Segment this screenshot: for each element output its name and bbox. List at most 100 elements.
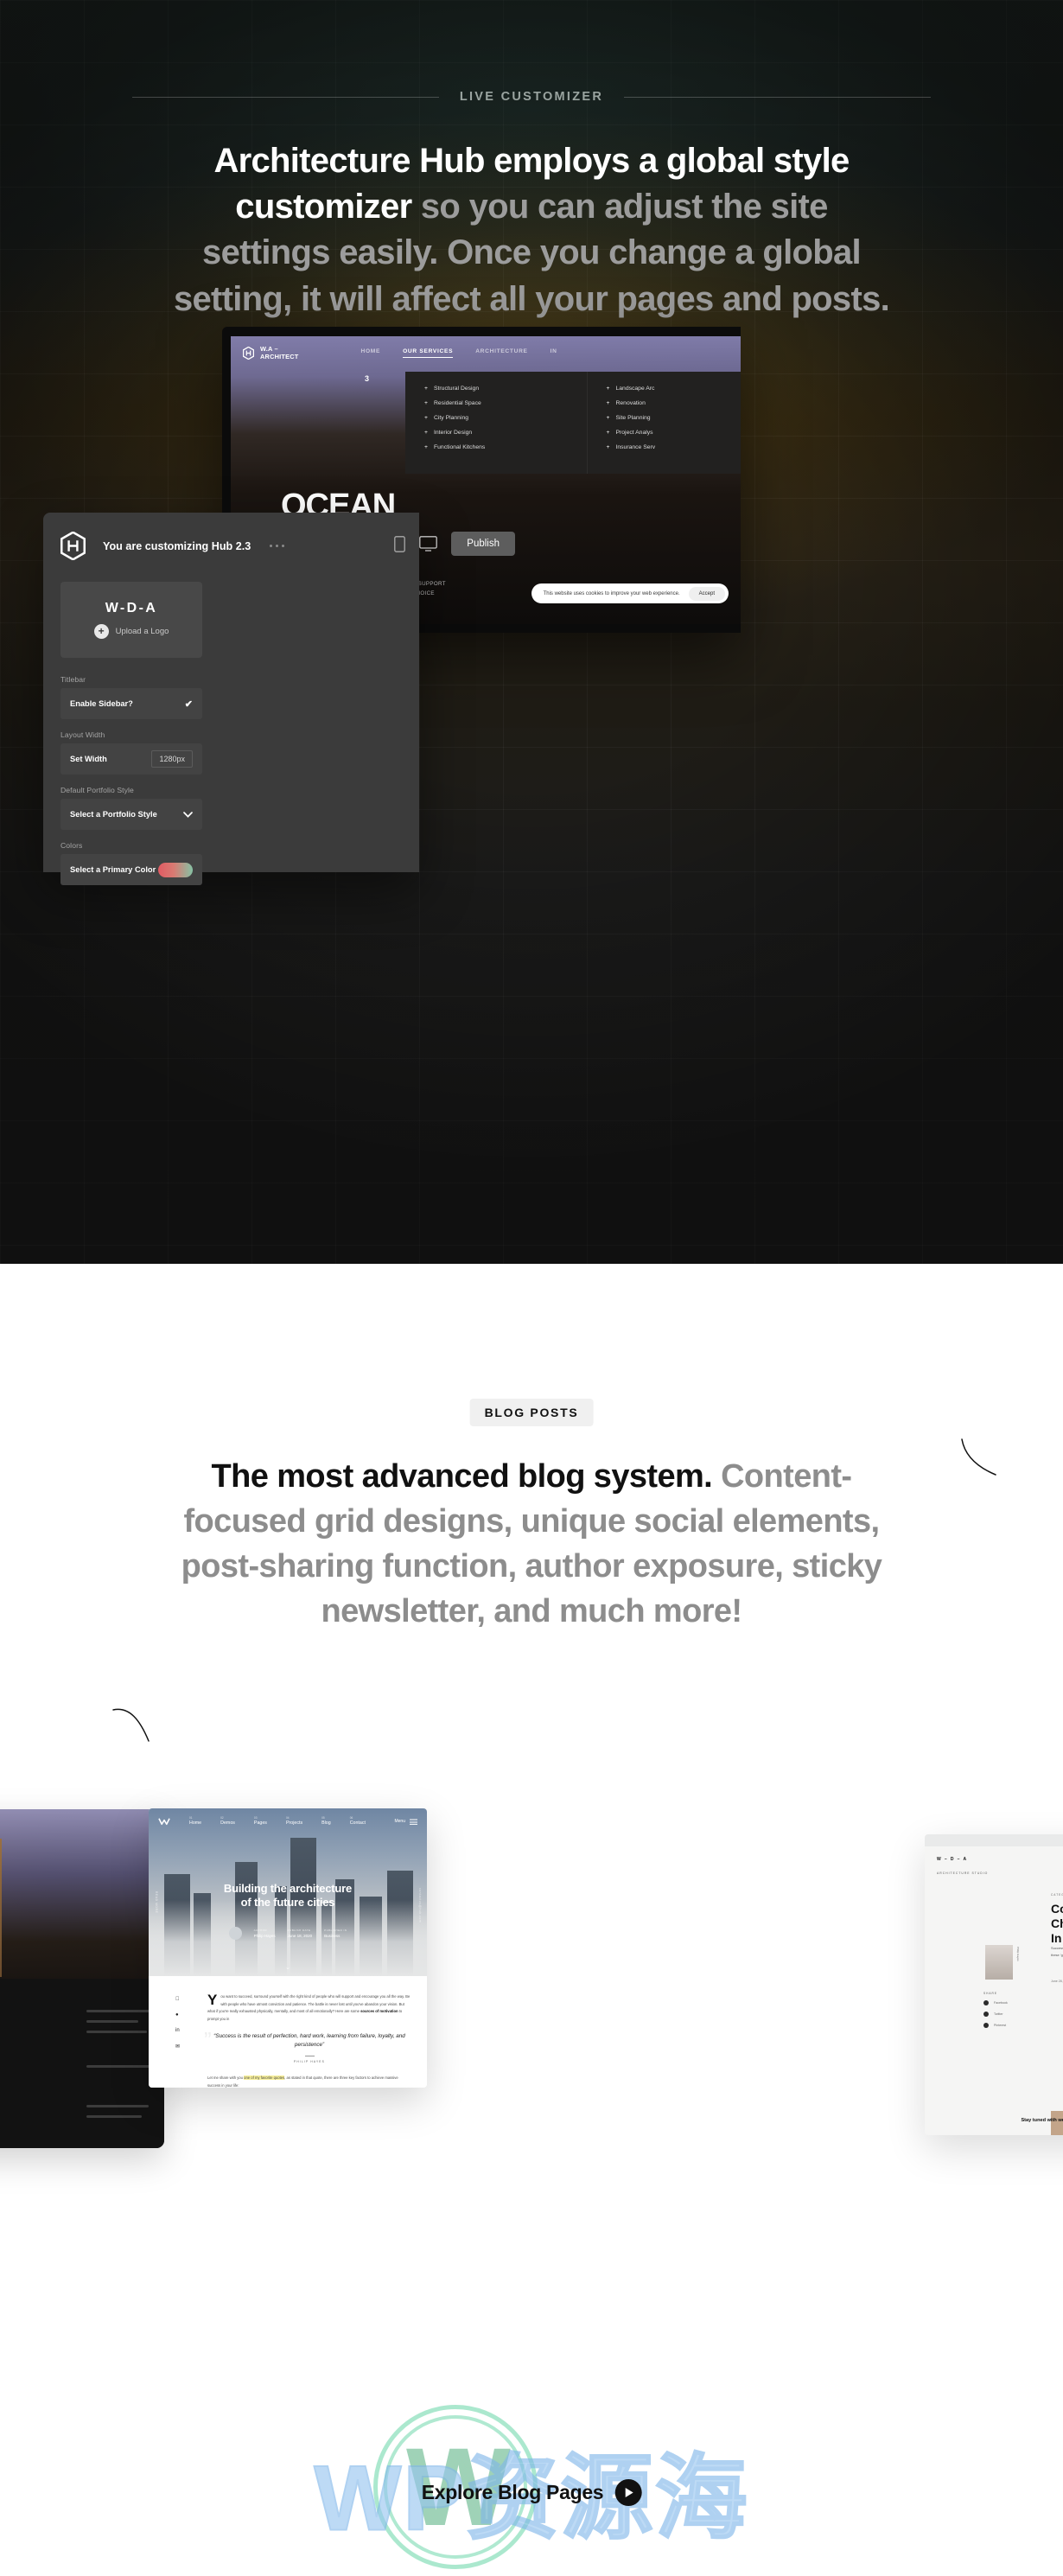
live-customizer-hero-section: LIVE CUSTOMIZER Architecture Hub employs… bbox=[0, 0, 1063, 1264]
right-title-line1: Coll bbox=[1051, 1902, 1063, 1916]
quote-mark-icon: ” bbox=[204, 2027, 212, 2054]
upload-logo-label: Upload a Logo bbox=[115, 627, 169, 636]
share-facebook[interactable]: Facebook bbox=[983, 2000, 1008, 2005]
right-title-line3: In m bbox=[1051, 1930, 1063, 1945]
hamburger-icon[interactable] bbox=[410, 1819, 417, 1825]
share-twitter[interactable]: Twitter bbox=[983, 2012, 1008, 2017]
service-label: Interior Design bbox=[433, 430, 473, 436]
meta-key: PUBLISH DATE bbox=[287, 1929, 311, 1932]
card-nav-demos[interactable]: 02 Demos bbox=[220, 1817, 235, 1826]
chevron-down-icon[interactable]: ⌄ bbox=[285, 1964, 290, 1971]
set-width-label: Set Width bbox=[70, 755, 107, 763]
plus-icon: + bbox=[606, 400, 610, 406]
meta-value: June 18, 2020 bbox=[287, 1934, 313, 1938]
twitter-icon[interactable]: ● bbox=[175, 2012, 180, 2018]
blog-card-hero-image: 01 Home 02 Demos 03 Pages 04 Projects 05 Blog… bbox=[149, 1808, 427, 1976]
right-desc-line2: these 'g bbox=[1051, 1952, 1063, 1957]
checkmark-icon[interactable]: ✔ bbox=[185, 698, 193, 710]
hub-hexagon-logo-icon bbox=[60, 532, 86, 560]
service-item[interactable]: + Residential Space bbox=[424, 400, 587, 406]
cookie-accept-button[interactable]: Accept bbox=[688, 586, 725, 601]
eyebrow-divider-right bbox=[624, 96, 932, 98]
mobile-preview-icon[interactable] bbox=[394, 535, 406, 552]
color-swatch[interactable] bbox=[158, 862, 193, 877]
share-pinterest[interactable]: Pinterest bbox=[983, 2023, 1008, 2028]
control-group-label: Titlebar bbox=[60, 675, 86, 684]
preview-nav-in[interactable]: IN bbox=[551, 348, 557, 358]
control-group-titlebar: Titlebar Enable Sidebar? ✔ bbox=[60, 675, 202, 719]
blog-card-meta: AUTHOR Philip Hayes PUBLISH DATE June 18, … bbox=[149, 1927, 427, 1940]
pinterest-icon bbox=[983, 2023, 989, 2028]
linkedin-icon[interactable]: in bbox=[175, 2028, 180, 2033]
mail-icon[interactable]: ✉ bbox=[175, 2044, 180, 2050]
share-label: Facebook bbox=[994, 2001, 1008, 2005]
publish-button[interactable]: Publish bbox=[451, 532, 515, 556]
service-item[interactable]: + Functional Kitchens bbox=[424, 444, 587, 450]
service-item[interactable]: + Renovation bbox=[607, 400, 742, 406]
w-logo-icon[interactable] bbox=[158, 1817, 170, 1826]
card-menu-toggle[interactable]: Menu bbox=[394, 1819, 417, 1825]
service-item[interactable]: + Structural Design bbox=[424, 386, 587, 392]
blog-card-center[interactable]: 01 Home 02 Demos 03 Pages 04 Projects 05 Blog… bbox=[149, 1808, 427, 2088]
card-nav-blog[interactable]: 05 Blog bbox=[321, 1817, 331, 1826]
control-group-colors: Colors Select a Primary Color bbox=[60, 841, 202, 885]
card-nav-pages[interactable]: 03 Pages bbox=[254, 1817, 267, 1826]
blog-card-navbar: 01 Home 02 Demos 03 Pages 04 Projects 05 Blog… bbox=[149, 1808, 427, 1834]
service-label: Project Analys bbox=[615, 430, 653, 436]
blog-card-right-title: Coll Cha In m bbox=[1051, 1902, 1063, 1945]
preview-brand-line2: ARCHITECT bbox=[260, 353, 299, 360]
service-label: Structural Design bbox=[433, 386, 480, 392]
preview-nav-architecture[interactable]: ARCHITECTURE bbox=[475, 348, 527, 358]
article-dropcap: Y bbox=[207, 1992, 218, 2008]
squiggle-decoration-left bbox=[112, 1708, 150, 1742]
blog-card-right[interactable]: W – D – A ARCHITECTURE STUDIO CATEGORY C… bbox=[925, 1834, 1063, 2135]
explore-blog-pages-cta[interactable]: Explore Blog Pages bbox=[422, 2479, 642, 2506]
desktop-preview-icon[interactable] bbox=[419, 536, 438, 552]
service-item[interactable]: + Project Analys bbox=[607, 430, 742, 436]
twitter-icon bbox=[983, 2012, 989, 2017]
plus-icon: + bbox=[93, 624, 109, 639]
chevron-down-icon[interactable] bbox=[183, 811, 193, 818]
preview-brand[interactable]: W.A – ARCHITECT bbox=[243, 345, 299, 361]
newsletter-text: Stay tuned with weekly newsletters. bbox=[1021, 2118, 1063, 2123]
primary-color-row[interactable]: Select a Primary Color bbox=[60, 854, 202, 885]
portfolio-style-label: Select a Portfolio Style bbox=[70, 810, 157, 819]
upload-logo-button[interactable]: + Upload a Logo bbox=[93, 624, 169, 639]
control-group-label: Default Portfolio Style bbox=[60, 786, 134, 794]
preview-nav-our-services[interactable]: OUR SERVICES bbox=[403, 348, 454, 358]
quote-author: PHILIP HAYES bbox=[294, 2059, 325, 2063]
width-input[interactable]: 1280px bbox=[151, 750, 193, 768]
facebook-icon[interactable]:  bbox=[175, 1997, 180, 2002]
service-label: Renovation bbox=[615, 400, 646, 406]
service-item[interactable]: + Site Planning bbox=[607, 415, 742, 421]
play-icon[interactable] bbox=[614, 2479, 642, 2506]
meta-value: Business bbox=[324, 1934, 341, 1938]
explore-label: Explore Blog Pages bbox=[421, 2481, 604, 2503]
enable-sidebar-row[interactable]: Enable Sidebar? ✔ bbox=[60, 688, 202, 719]
services-column-1: + Structural Design + Residential Space + C… bbox=[405, 372, 587, 474]
set-width-row[interactable]: Set Width 1280px bbox=[60, 743, 202, 775]
more-dots-icon[interactable] bbox=[270, 545, 285, 547]
plus-icon: + bbox=[606, 430, 610, 436]
service-item[interactable]: + Interior Design bbox=[424, 430, 587, 436]
service-item[interactable]: + Insurance Serv bbox=[607, 444, 742, 450]
card-nav-home[interactable]: 01 Home bbox=[189, 1817, 201, 1826]
control-group-label: Colors bbox=[60, 841, 83, 850]
plus-icon: + bbox=[424, 386, 428, 392]
preview-nav-home[interactable]: HOME bbox=[361, 348, 381, 358]
share-label: Twitter bbox=[994, 2012, 1003, 2016]
plus-icon: + bbox=[606, 386, 610, 392]
service-item[interactable]: + City Planning bbox=[424, 415, 587, 421]
blog-card-left-body bbox=[0, 1979, 164, 2148]
blog-card-left[interactable] bbox=[0, 1809, 164, 2148]
service-label: City Planning bbox=[433, 415, 469, 421]
service-item[interactable]: + Landscape Arc bbox=[607, 386, 742, 392]
card-nav-contact[interactable]: 06 Contact bbox=[350, 1817, 366, 1826]
site-title: W-D-A bbox=[105, 601, 158, 615]
nav-label: Contact bbox=[349, 1820, 366, 1826]
blog-card-title: Building the architecture of the future … bbox=[149, 1882, 427, 1910]
card-nav-projects[interactable]: 04 Projects bbox=[286, 1817, 302, 1826]
portfolio-style-select[interactable]: Select a Portfolio Style bbox=[60, 799, 202, 830]
eyebrow-divider-left bbox=[131, 96, 439, 98]
meta-publish-date: PUBLISH DATE June 18, 2020 bbox=[288, 1929, 313, 1938]
